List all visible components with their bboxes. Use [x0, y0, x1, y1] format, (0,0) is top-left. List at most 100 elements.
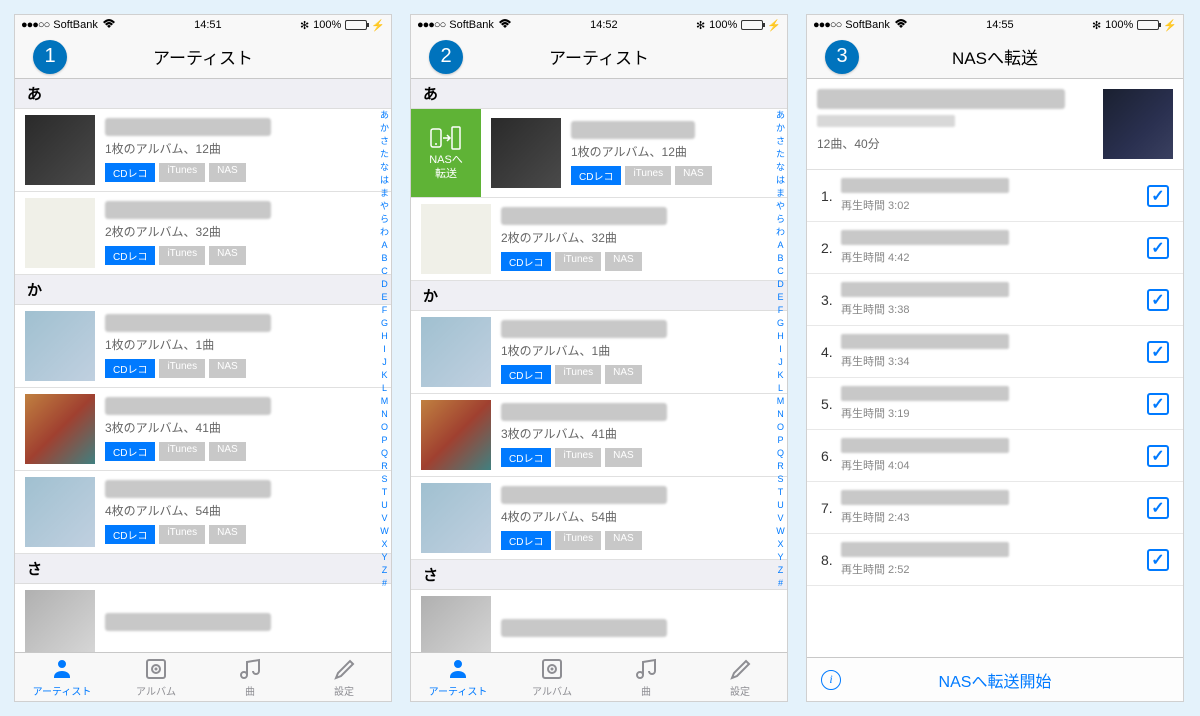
index-letter[interactable]: E — [776, 291, 785, 304]
track-row[interactable]: 2. 再生時間 4:42 ✓ — [807, 222, 1183, 274]
index-letter[interactable]: な — [776, 161, 785, 174]
index-letter[interactable]: A — [776, 239, 785, 252]
index-letter[interactable]: O — [776, 421, 785, 434]
artist-row[interactable]: 4枚のアルバム、54曲 CDレコ iTunes NAS — [15, 471, 391, 554]
index-letter[interactable]: N — [380, 408, 389, 421]
index-letter[interactable]: S — [380, 473, 389, 486]
index-letter[interactable]: S — [776, 473, 785, 486]
index-letter[interactable]: P — [380, 434, 389, 447]
index-letter[interactable]: # — [380, 577, 389, 590]
tab-アルバム[interactable]: アルバム — [109, 653, 203, 701]
index-letter[interactable]: O — [380, 421, 389, 434]
index-letter[interactable]: T — [380, 486, 389, 499]
index-letter[interactable]: G — [380, 317, 389, 330]
index-letter[interactable]: Y — [776, 551, 785, 564]
start-transfer-button[interactable]: i NASへ転送開始 — [807, 657, 1183, 701]
index-letter[interactable]: あ — [776, 109, 785, 122]
track-checkbox[interactable]: ✓ — [1147, 445, 1169, 467]
index-letter[interactable]: さ — [776, 135, 785, 148]
index-letter[interactable]: ら — [776, 213, 785, 226]
index-letter[interactable]: R — [380, 460, 389, 473]
index-letter[interactable]: か — [380, 122, 389, 135]
index-letter[interactable]: A — [380, 239, 389, 252]
section-index[interactable]: あかさたなはまやらわABCDEFGHIJKLMNOPQRSTUVWXYZ# — [380, 109, 389, 590]
index-letter[interactable]: Z — [380, 564, 389, 577]
artist-row[interactable]: 2枚のアルバム、32曲 CDレコ iTunes NAS — [411, 198, 787, 281]
index-letter[interactable]: L — [776, 382, 785, 395]
index-letter[interactable]: P — [776, 434, 785, 447]
index-letter[interactable]: B — [380, 252, 389, 265]
index-letter[interactable]: G — [776, 317, 785, 330]
artist-row[interactable]: 1枚のアルバム、1曲 CDレコ iTunes NAS — [15, 305, 391, 388]
track-checkbox[interactable]: ✓ — [1147, 237, 1169, 259]
index-letter[interactable]: C — [380, 265, 389, 278]
index-letter[interactable]: F — [776, 304, 785, 317]
track-checkbox[interactable]: ✓ — [1147, 393, 1169, 415]
artist-row[interactable] — [411, 590, 787, 652]
index-letter[interactable]: N — [776, 408, 785, 421]
artist-row[interactable]: 2枚のアルバム、32曲 CDレコ iTunes NAS — [15, 192, 391, 275]
index-letter[interactable]: J — [380, 356, 389, 369]
artist-row[interactable]: 3枚のアルバム、41曲 CDレコ iTunes NAS — [15, 388, 391, 471]
track-list[interactable]: 12曲、40分 1. 再生時間 3:02 ✓2. 再生時間 4:42 ✓3. 再… — [807, 79, 1183, 657]
track-row[interactable]: 7. 再生時間 2:43 ✓ — [807, 482, 1183, 534]
index-letter[interactable]: な — [380, 161, 389, 174]
index-letter[interactable]: W — [380, 525, 389, 538]
section-index[interactable]: あかさたなはまやらわABCDEFGHIJKLMNOPQRSTUVWXYZ# — [776, 109, 785, 590]
tab-設定[interactable]: 設定 — [297, 653, 391, 701]
index-letter[interactable]: I — [776, 343, 785, 356]
index-letter[interactable]: E — [380, 291, 389, 304]
track-row[interactable]: 8. 再生時間 2:52 ✓ — [807, 534, 1183, 586]
info-icon[interactable]: i — [821, 670, 841, 690]
artist-list[interactable]: あ NASへ転送 1枚のアルバム、12曲 CDレコ iTunes NAS — [411, 79, 787, 652]
index-letter[interactable]: V — [776, 512, 785, 525]
index-letter[interactable]: や — [380, 200, 389, 213]
tab-アルバム[interactable]: アルバム — [505, 653, 599, 701]
artist-row[interactable]: 1枚のアルバム、12曲 CDレコ iTunes NAS — [15, 109, 391, 192]
index-letter[interactable]: ま — [776, 187, 785, 200]
index-letter[interactable]: L — [380, 382, 389, 395]
index-letter[interactable]: Z — [776, 564, 785, 577]
tab-曲[interactable]: 曲 — [203, 653, 297, 701]
index-letter[interactable]: D — [380, 278, 389, 291]
index-letter[interactable]: は — [380, 174, 389, 187]
track-checkbox[interactable]: ✓ — [1147, 289, 1169, 311]
index-letter[interactable]: U — [380, 499, 389, 512]
track-checkbox[interactable]: ✓ — [1147, 549, 1169, 571]
track-row[interactable]: 3. 再生時間 3:38 ✓ — [807, 274, 1183, 326]
index-letter[interactable]: # — [776, 577, 785, 590]
index-letter[interactable]: あ — [380, 109, 389, 122]
index-letter[interactable]: ま — [380, 187, 389, 200]
index-letter[interactable]: U — [776, 499, 785, 512]
artist-row[interactable]: 1枚のアルバム、1曲 CDレコ iTunes NAS — [411, 311, 787, 394]
artist-list[interactable]: あ 1枚のアルバム、12曲 CDレコ iTunes NAS 2枚のアルバム、32… — [15, 79, 391, 652]
index-letter[interactable]: R — [776, 460, 785, 473]
index-letter[interactable]: I — [380, 343, 389, 356]
track-checkbox[interactable]: ✓ — [1147, 185, 1169, 207]
index-letter[interactable]: B — [776, 252, 785, 265]
swipe-action-nas-transfer[interactable]: NASへ転送 — [411, 109, 481, 197]
index-letter[interactable]: Q — [776, 447, 785, 460]
index-letter[interactable]: は — [776, 174, 785, 187]
index-letter[interactable]: た — [776, 148, 785, 161]
index-letter[interactable]: T — [776, 486, 785, 499]
index-letter[interactable]: X — [380, 538, 389, 551]
index-letter[interactable]: Y — [380, 551, 389, 564]
index-letter[interactable]: わ — [776, 226, 785, 239]
index-letter[interactable]: さ — [380, 135, 389, 148]
index-letter[interactable]: W — [776, 525, 785, 538]
index-letter[interactable]: H — [776, 330, 785, 343]
index-letter[interactable]: た — [380, 148, 389, 161]
index-letter[interactable]: わ — [380, 226, 389, 239]
artist-row[interactable]: 4枚のアルバム、54曲 CDレコ iTunes NAS — [411, 477, 787, 560]
tab-アーティスト[interactable]: アーティスト — [411, 653, 505, 701]
track-checkbox[interactable]: ✓ — [1147, 497, 1169, 519]
index-letter[interactable]: Q — [380, 447, 389, 460]
index-letter[interactable]: か — [776, 122, 785, 135]
index-letter[interactable]: H — [380, 330, 389, 343]
index-letter[interactable]: X — [776, 538, 785, 551]
index-letter[interactable]: V — [380, 512, 389, 525]
artist-row[interactable]: NASへ転送 1枚のアルバム、12曲 CDレコ iTunes NAS — [411, 109, 787, 198]
index-letter[interactable]: K — [380, 369, 389, 382]
index-letter[interactable]: M — [776, 395, 785, 408]
